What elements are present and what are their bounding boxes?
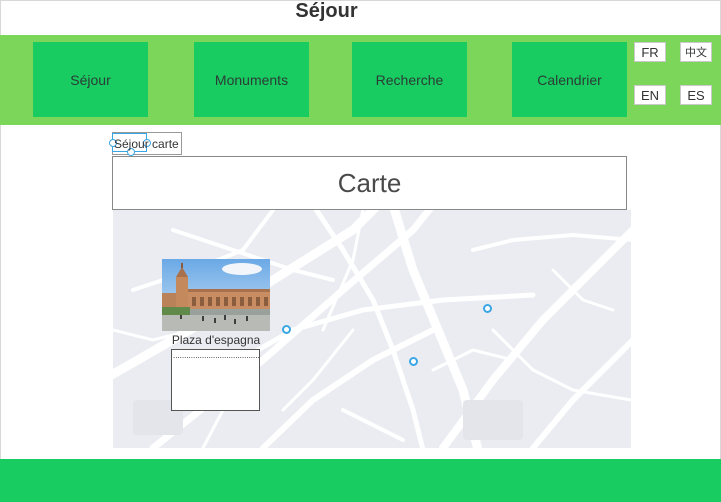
place-description: ........................................…	[171, 349, 260, 411]
map-marker[interactable]	[282, 325, 291, 334]
nav-item-sejour[interactable]: Séjour	[33, 42, 148, 117]
nav-item-monuments[interactable]: Monuments	[194, 42, 309, 117]
map-marker[interactable]	[483, 304, 492, 313]
place-card[interactable]: Plaza d'espagna ........................…	[162, 259, 270, 411]
place-name: Plaza d'espagna	[171, 333, 261, 347]
map-marker[interactable]	[409, 357, 418, 366]
place-photo	[162, 259, 270, 331]
lang-en-button[interactable]: EN	[634, 85, 666, 105]
map-title: Carte	[112, 156, 627, 210]
lang-zh-button[interactable]: 中文	[680, 42, 712, 62]
breadcrumb-label: Séjour carte	[114, 136, 179, 151]
top-nav: Séjour Monuments Recherche Calendrier FR…	[0, 35, 721, 125]
breadcrumb[interactable]: Séjour carte	[109, 132, 182, 156]
nav-item-calendrier[interactable]: Calendrier	[512, 42, 627, 117]
lang-fr-button[interactable]: FR	[634, 42, 666, 62]
lang-es-button[interactable]: ES	[680, 85, 712, 105]
nav-item-recherche[interactable]: Recherche	[352, 42, 467, 117]
footer-bar	[0, 459, 721, 502]
page-title: Séjour	[295, 0, 358, 22]
